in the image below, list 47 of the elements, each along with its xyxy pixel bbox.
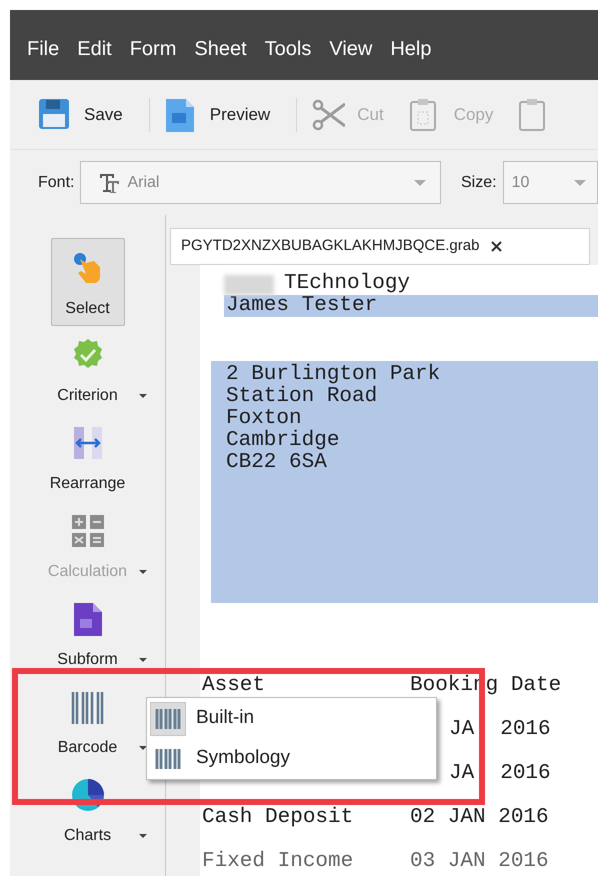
menu-item[interactable]: Sheet <box>194 34 247 64</box>
close-icon <box>491 241 502 252</box>
table-cell: 2016 <box>500 719 551 741</box>
charts-tool-button[interactable]: Charts <box>50 766 124 854</box>
menu-item[interactable]: Help <box>390 34 432 64</box>
company-text: TEchnology <box>284 273 410 295</box>
caret-icon <box>414 180 426 186</box>
name-text: James Tester <box>226 294 378 317</box>
menu-item[interactable]: File <box>27 34 60 64</box>
table-cell-text: Fixed Income <box>202 851 354 873</box>
document-tab[interactable]: PGYTD2XNZXBUBAGKLAKHMJBQCE.grab <box>170 228 590 265</box>
table-cell-text: Cash Deposit <box>202 807 354 829</box>
save-button[interactable]: Save <box>32 92 129 136</box>
menu-item[interactable]: Edit <box>77 34 112 64</box>
address-line: CB22 6SA <box>226 452 327 474</box>
barcode-icon <box>70 690 104 726</box>
rearrange-tool-button[interactable]: Rearrange <box>50 414 124 502</box>
table-cell: 03 JAN 2016 <box>410 851 549 873</box>
table-cell-text: JA <box>448 763 474 785</box>
barcode-icon <box>155 708 181 730</box>
address-line: Cambridge <box>226 430 340 452</box>
menu-item[interactable]: View <box>329 34 372 64</box>
subform-tool-button[interactable]: Subform <box>50 590 124 678</box>
table-cell: 02 JAN 2016 <box>410 807 549 829</box>
menu-item[interactable]: Tools <box>264 34 312 64</box>
select-tool-button[interactable]: Select <box>50 238 124 326</box>
font-type-icon <box>99 172 122 194</box>
pie-chart-icon <box>70 778 104 814</box>
address-line: Station Road <box>226 386 378 408</box>
font-label: Font: <box>38 172 74 192</box>
menu-item[interactable]: Form <box>130 34 176 64</box>
preview-button[interactable]: Preview <box>158 92 276 136</box>
table-cell-text: JA <box>448 719 474 741</box>
barcode-icon <box>155 748 181 770</box>
criterion-tool-button[interactable]: Criterion <box>50 326 124 414</box>
size-label: Size: <box>460 172 497 192</box>
barcode-tool-button[interactable]: Barcode <box>50 678 124 766</box>
table-cell: 2016 <box>500 763 551 785</box>
redacted-block <box>224 275 274 295</box>
caret-icon <box>574 180 586 186</box>
menu-item[interactable]: Symbology <box>150 742 433 776</box>
address-line: Foxton <box>226 408 302 430</box>
address-line: 2 Burlington Park <box>226 364 440 386</box>
scissors-icon <box>311 98 346 132</box>
calculator-icon <box>70 514 104 550</box>
menu-item[interactable]: Built-in <box>150 702 433 736</box>
column-header: Asset <box>202 675 266 697</box>
